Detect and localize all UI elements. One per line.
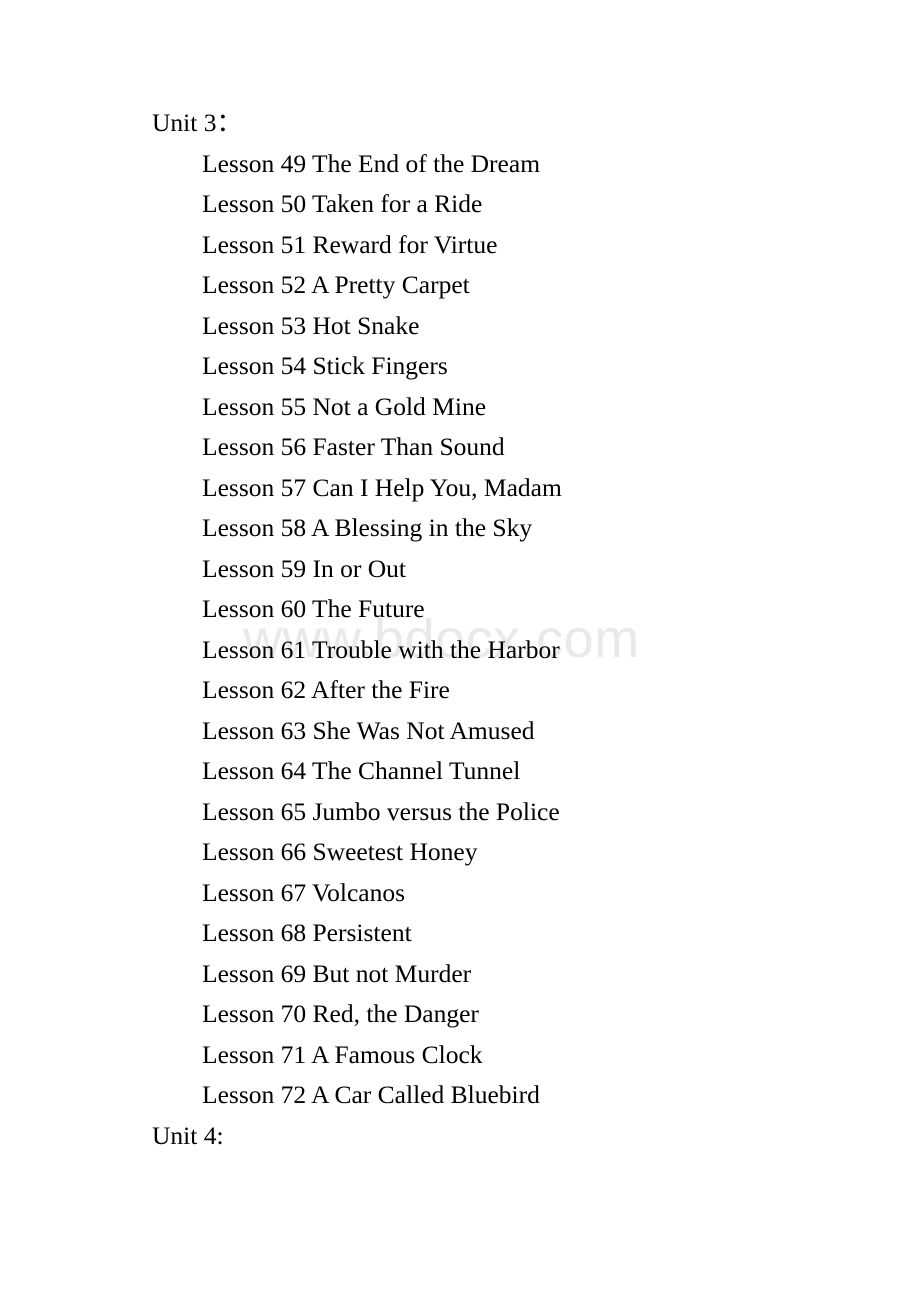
list-item: Lesson 61 Trouble with the Harbor: [202, 634, 560, 664]
list-item: Lesson 71 A Famous Clock: [202, 1039, 483, 1069]
list-item: Lesson 69 But not Murder: [202, 958, 472, 988]
list-item: Lesson 56 Faster Than Sound: [202, 432, 505, 461]
list-item: Lesson 51 Reward for Virtue: [202, 229, 498, 259]
list-item: Lesson 60 The Future: [202, 594, 425, 623]
document-page: www.bdocx.com Unit 3： Lesson 49 The End …: [0, 0, 920, 1302]
list-item: Lesson 72 A Car Called Bluebird: [202, 1080, 540, 1109]
list-item: Lesson 53 Hot Snake: [202, 310, 420, 340]
lesson-list: Lesson 49 The End of the Dream Lesson 50…: [0, 144, 920, 1116]
unit-heading-4: Unit 4:: [152, 1120, 224, 1150]
list-item: Lesson 64 The Channel Tunnel: [202, 756, 521, 785]
list-item: Lesson 54 Stick Fingers: [202, 351, 448, 380]
unit-heading-3: Unit 3：: [152, 108, 242, 137]
document-body: Unit 3： Lesson 49 The End of the Dream L…: [0, 0, 920, 1156]
list-item: Lesson 70 Red, the Danger: [202, 999, 479, 1028]
list-item: Lesson 68 Persistent: [202, 918, 412, 947]
list-item: Lesson 52 A Pretty Carpet: [202, 270, 470, 299]
list-item: Lesson 62 After the Fire: [202, 675, 450, 704]
list-item: Lesson 65 Jumbo versus the Police: [202, 796, 560, 826]
list-item: Lesson 49 The End of the Dream: [202, 148, 541, 178]
list-item: Lesson 59 In or Out: [202, 553, 406, 583]
list-item: Lesson 66 Sweetest Honey: [202, 837, 478, 866]
list-item: Lesson 50 Taken for a Ride: [202, 189, 483, 218]
list-item: Lesson 58 A Blessing in the Sky: [202, 513, 533, 542]
list-item: Lesson 55 Not a Gold Mine: [202, 391, 487, 421]
list-item: Lesson 57 Can I Help You, Madam: [202, 472, 562, 502]
list-item: Lesson 63 She Was Not Amused: [202, 715, 535, 745]
list-item: Lesson 67 Volcanos: [202, 877, 406, 907]
